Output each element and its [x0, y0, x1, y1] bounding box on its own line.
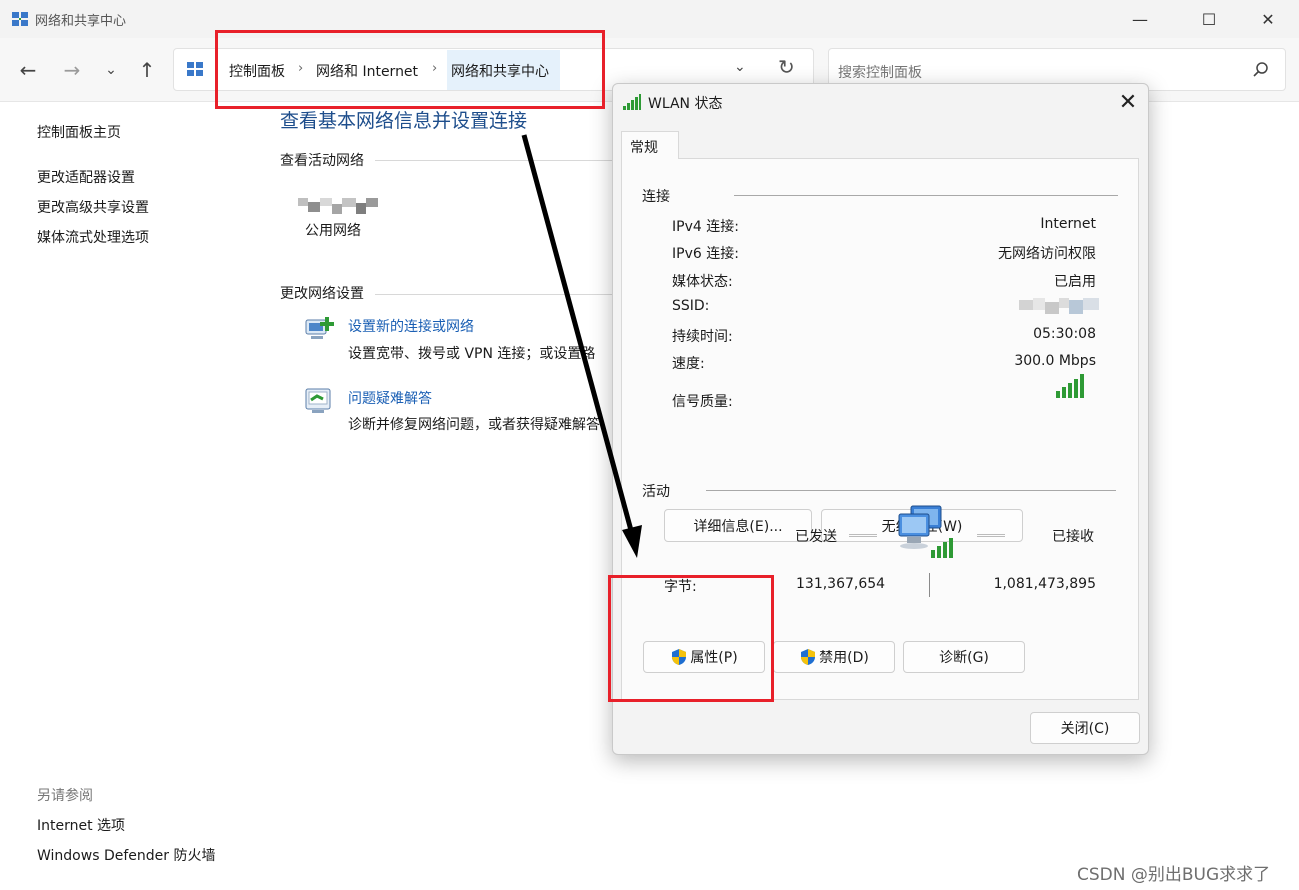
tab-general[interactable]: 常规 [621, 131, 679, 159]
watermark-text: CSDN @别出BUG求求了 [1077, 865, 1271, 885]
